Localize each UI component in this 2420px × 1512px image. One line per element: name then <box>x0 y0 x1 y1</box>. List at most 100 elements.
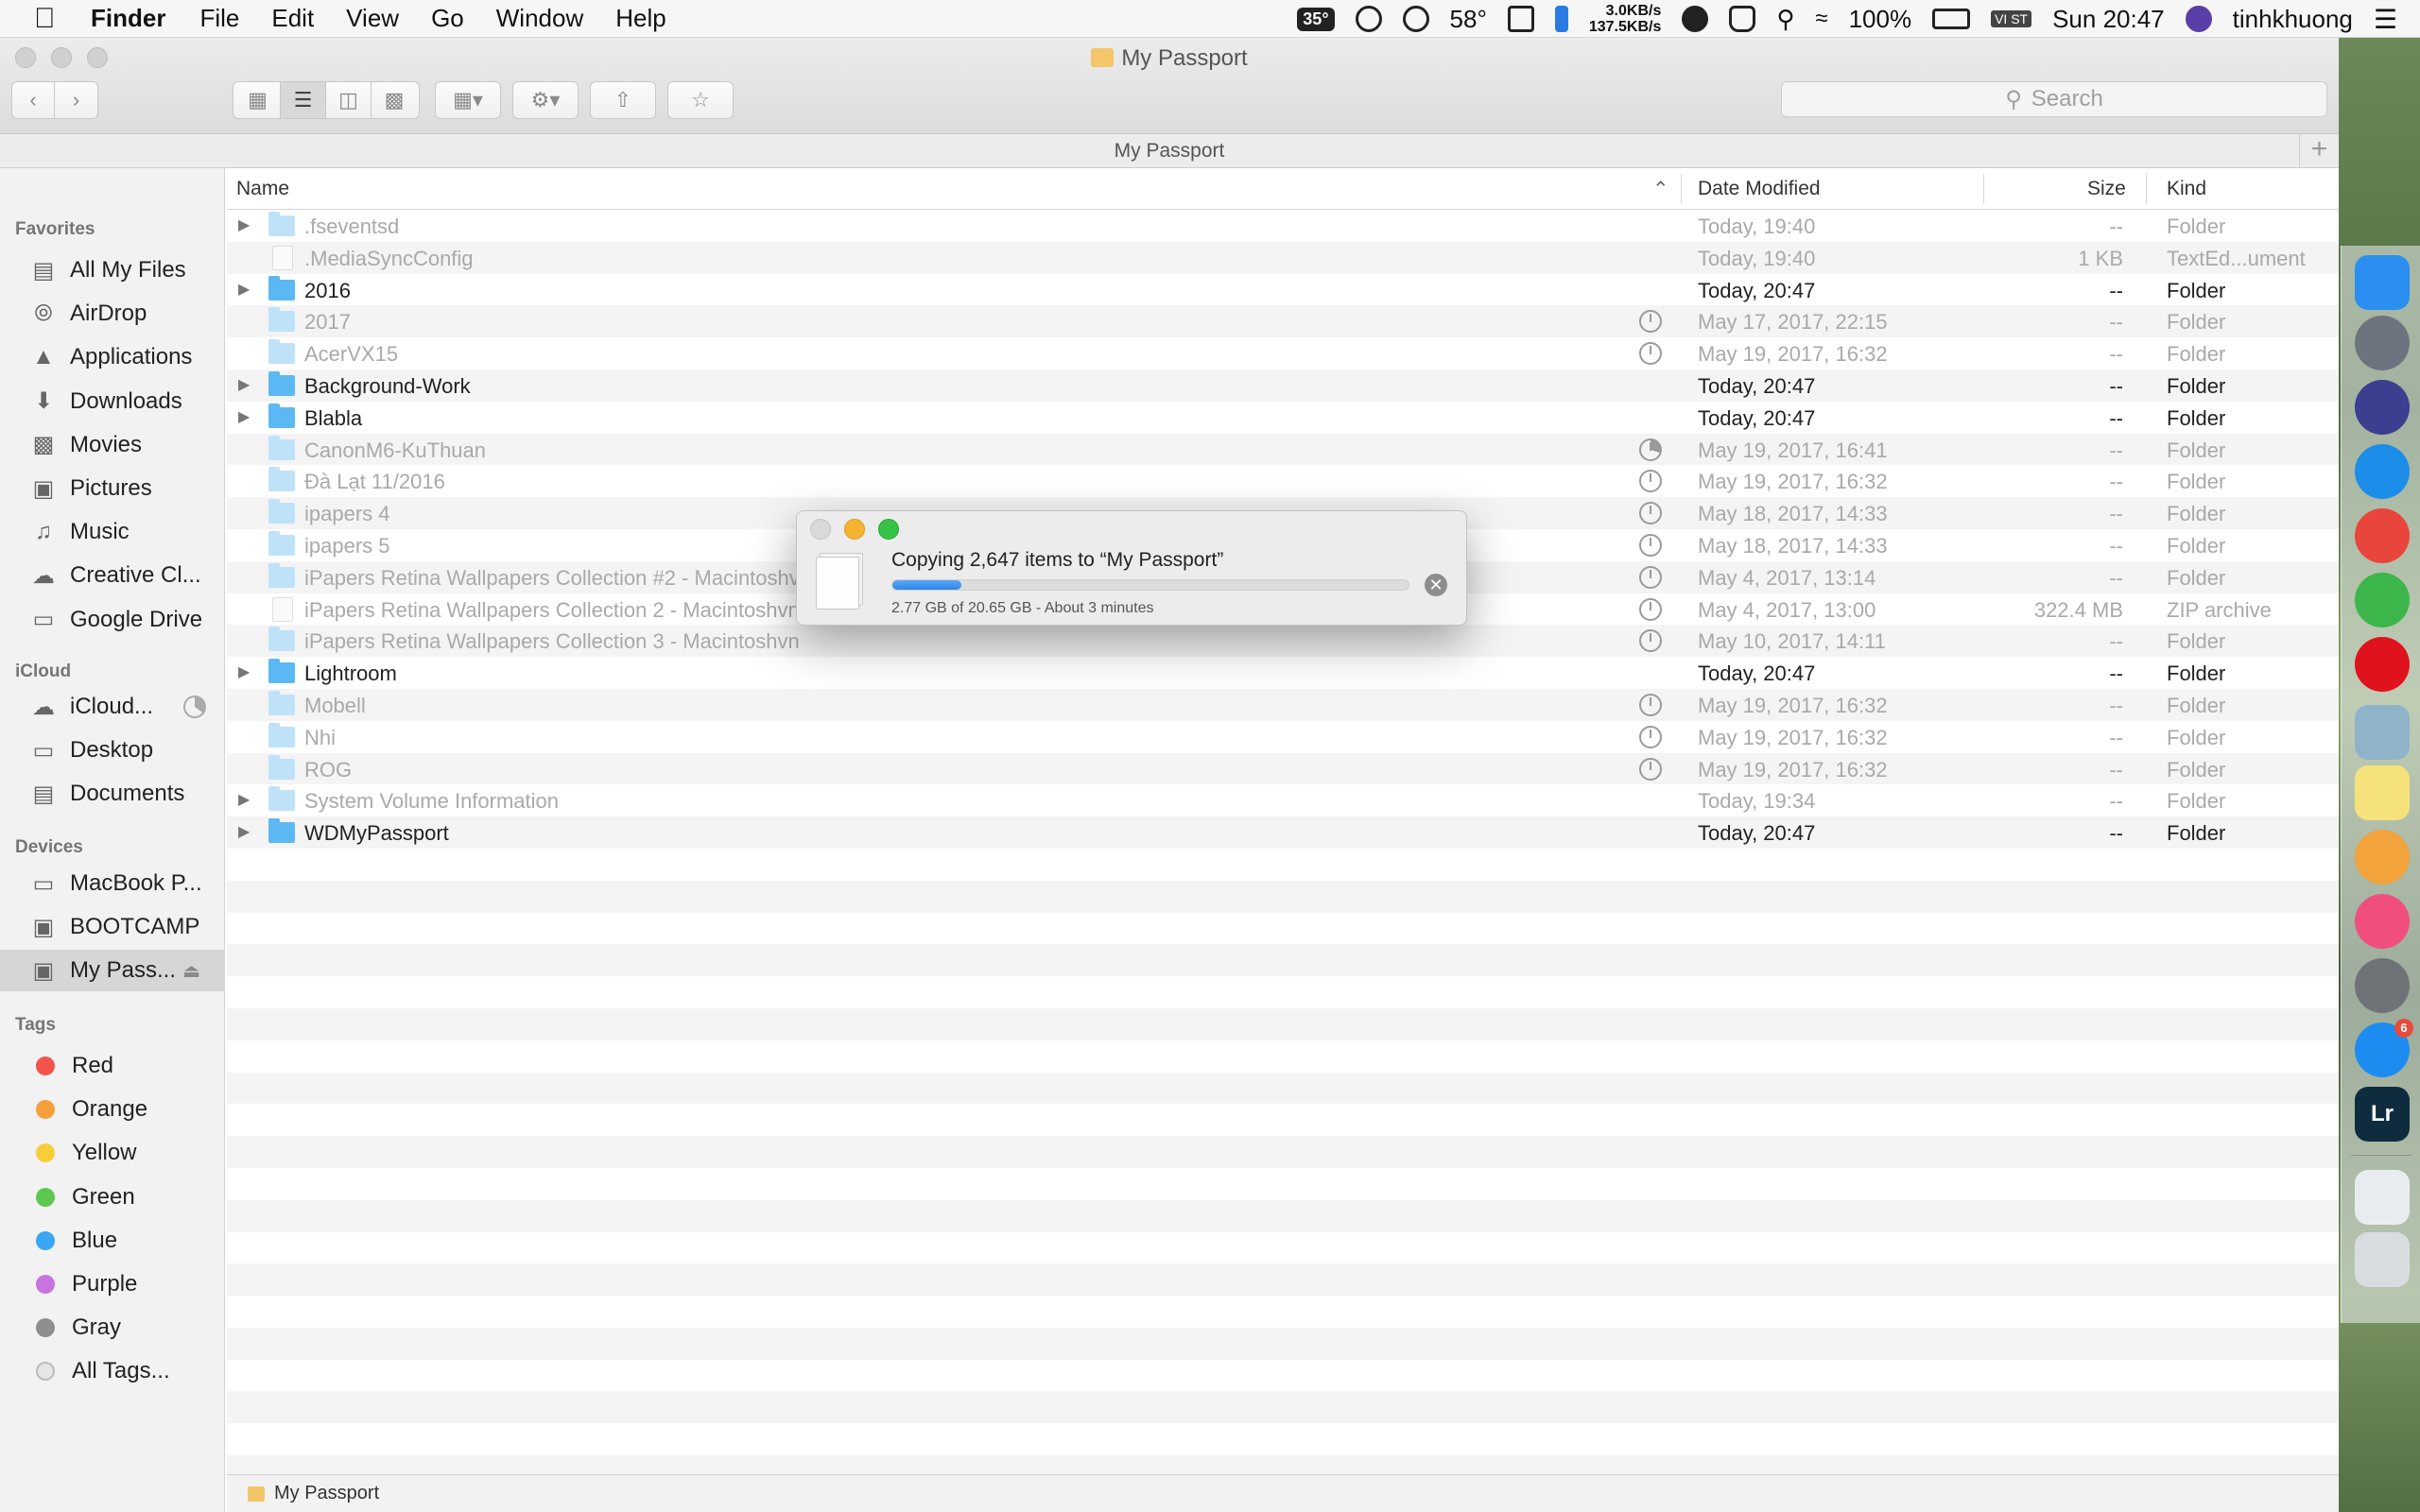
photos-icon[interactable] <box>2355 830 2410 885</box>
table-row[interactable]: Nhi May 19, 2017, 16:32 -- Folder <box>227 721 2339 753</box>
siri-icon[interactable] <box>2355 380 2410 435</box>
tag-red[interactable]: Red <box>0 1045 225 1087</box>
table-row[interactable]: ▶ WDMyPassport Today, 20:47 -- Folder <box>227 816 2339 849</box>
tag-yellow[interactable]: Yellow <box>0 1132 225 1174</box>
sidebar-item-downloads[interactable]: ⬇ Downloads <box>0 381 225 422</box>
column-header-kind[interactable]: Kind <box>2167 178 2206 200</box>
info-menu-icon[interactable] <box>1402 6 1429 32</box>
column-view-button[interactable]: ◫ <box>326 82 372 118</box>
tag-green[interactable]: Green <box>0 1177 225 1218</box>
screenshot-menu-icon[interactable] <box>1507 6 1534 32</box>
table-row[interactable]: CanonM6-KuThuan May 19, 2017, 16:41 -- Fold… <box>227 433 2339 466</box>
weather-text[interactable]: 58° <box>1450 5 1487 34</box>
siri-menu-icon[interactable] <box>2185 6 2212 32</box>
sidebar-item-my-pass[interactable]: ▣ My Pass... ⏏ <box>0 950 225 992</box>
downloads-stack-icon[interactable] <box>2355 1170 2410 1225</box>
sidebar-item-creative-cl[interactable]: ☁ Creative Cl... <box>0 555 225 596</box>
arrange-button[interactable]: ▦▾ <box>435 81 501 119</box>
dialog-minimize-button[interactable] <box>844 519 865 540</box>
column-header-size[interactable]: Size <box>2087 178 2126 200</box>
wifi-icon[interactable]: ≈ <box>1815 6 1827 32</box>
icon-view-button[interactable]: ▦ <box>235 82 281 118</box>
finder-icon[interactable] <box>2355 255 2410 310</box>
dialog-close-button[interactable] <box>810 519 831 540</box>
sidebar-item-all-my-files[interactable]: ▤ All My Files <box>0 249 225 291</box>
table-row[interactable]: ▶ Lightroom Today, 20:47 -- Folder <box>227 657 2339 689</box>
disclosure-triangle-icon[interactable]: ▶ <box>238 662 250 681</box>
eject-icon[interactable]: ⏏ <box>182 959 200 983</box>
edit-tags-button[interactable]: ☆ <box>667 81 734 119</box>
phone-battery-icon[interactable] <box>1554 6 1568 32</box>
launchpad-icon[interactable] <box>2355 316 2410 370</box>
menu-help[interactable]: Help <box>615 4 666 33</box>
list-view-button[interactable]: ☰ <box>281 82 326 118</box>
table-row[interactable]: ▶ System Volume Information Today, 19:34 --… <box>227 784 2339 816</box>
menu-file[interactable]: File <box>199 4 239 33</box>
sidebar-item-documents[interactable]: ▤ Documents <box>0 773 225 815</box>
battery-percent[interactable]: 100% <box>1849 5 1912 34</box>
temperature-badge[interactable]: 35° <box>1297 7 1335 31</box>
menu-view[interactable]: View <box>346 4 399 33</box>
disclosure-triangle-icon[interactable]: ▶ <box>238 280 250 299</box>
safari-icon[interactable] <box>2355 444 2410 499</box>
apple-menu-icon[interactable]:  <box>34 3 62 35</box>
menu-window[interactable]: Window <box>496 4 583 33</box>
table-row[interactable]: ▶ Blabla Today, 20:47 -- Folder <box>227 402 2339 434</box>
sidebar-item-pictures[interactable]: ▣ Pictures <box>0 468 225 509</box>
table-row[interactable]: 2017 May 17, 2017, 22:15 -- Folder <box>227 305 2339 338</box>
sidebar-item-bootcamp[interactable]: ▣ BOOTCAMP <box>0 906 225 948</box>
tag-blue[interactable]: Blue <box>0 1220 225 1262</box>
action-gear-button[interactable]: ⚙▾ <box>512 81 579 119</box>
cancel-copy-button[interactable]: ✕ <box>1425 574 1447 596</box>
table-row[interactable]: .MediaSyncConfig Today, 19:40 1 KB TextEd..… <box>227 241 2339 274</box>
table-row[interactable]: ▶ .fseventsd Today, 19:40 -- Folder <box>227 210 2339 242</box>
table-row[interactable]: ROG May 19, 2017, 16:32 -- Folder <box>227 752 2339 785</box>
user-name[interactable]: tinhkhuong <box>2233 5 2353 34</box>
tag-purple[interactable]: Purple <box>0 1263 225 1305</box>
disclosure-triangle-icon[interactable]: ▶ <box>238 790 250 809</box>
table-row[interactable]: Mobell May 19, 2017, 16:32 -- Folder <box>227 688 2339 721</box>
cloud-menu-icon[interactable] <box>1682 6 1709 32</box>
system-preferences-icon[interactable] <box>2355 958 2410 1013</box>
sidebar-item-music[interactable]: ♫ Music <box>0 511 225 553</box>
tab-my-passport[interactable]: My Passport <box>1115 140 1225 162</box>
dialog-zoom-button[interactable] <box>878 519 899 540</box>
sidebar-item-airdrop[interactable]: ⦾ AirDrop <box>0 293 225 335</box>
menu-app-name[interactable]: Finder <box>91 4 165 33</box>
status-path-label[interactable]: My Passport <box>274 1483 379 1504</box>
table-row[interactable]: ▶ 2016 Today, 20:47 -- Folder <box>227 274 2339 306</box>
notification-center-icon[interactable]: ☰ <box>2374 4 2397 35</box>
disclosure-triangle-icon[interactable]: ▶ <box>238 407 250 426</box>
table-row[interactable]: AcerVX15 May 19, 2017, 16:32 -- Folder <box>227 337 2339 369</box>
battery-icon[interactable] <box>1932 9 1971 29</box>
search-field[interactable]: ⚲ Search <box>1781 81 2327 117</box>
disclosure-triangle-icon[interactable]: ▶ <box>238 215 250 234</box>
tag-orange[interactable]: Orange <box>0 1089 225 1130</box>
tag-all-tags[interactable]: All Tags... <box>0 1350 225 1392</box>
share-button[interactable]: ⇧ <box>590 81 656 119</box>
trash-icon[interactable] <box>2355 1232 2410 1287</box>
table-row[interactable]: ▶ Background-Work Today, 20:47 -- Folder <box>227 369 2339 402</box>
sidebar-item-applications[interactable]: ▲ Applications <box>0 336 225 378</box>
column-header-date[interactable]: Date Modified <box>1698 178 1821 200</box>
spotlight-search-icon[interactable]: ⚲ <box>1776 5 1794 34</box>
table-row[interactable]: iPapers Retina Wallpapers Collection 3 -… <box>227 625 2339 658</box>
cover-flow-button[interactable]: ▩ <box>372 82 417 118</box>
lightroom-icon[interactable]: Lr <box>2355 1087 2410 1142</box>
network-speed[interactable]: 3.0KB/s 137.5KB/s <box>1589 3 1662 35</box>
preview-icon[interactable] <box>2355 705 2410 760</box>
sidebar-item-google-drive[interactable]: ▭ Google Drive <box>0 599 225 641</box>
back-button[interactable]: ‹ <box>12 82 56 118</box>
sidebar-item-movies[interactable]: ▩ Movies <box>0 424 225 466</box>
notes-icon[interactable] <box>2355 765 2410 820</box>
green-app-icon[interactable] <box>2355 573 2410 627</box>
forward-button[interactable]: › <box>55 82 97 118</box>
input-method-badge[interactable]: VI ST <box>1991 10 2032 27</box>
column-header-name[interactable]: Name <box>236 178 289 200</box>
sidebar-item-macbook-p[interactable]: ▭ MacBook P... <box>0 863 225 904</box>
table-row[interactable]: Đà Lạt 11/2016 May 19, 2017, 16:32 -- Folde… <box>227 465 2339 497</box>
itunes-icon[interactable] <box>2355 894 2410 949</box>
disclosure-triangle-icon[interactable]: ▶ <box>238 822 250 841</box>
menu-go[interactable]: Go <box>431 4 464 33</box>
sidebar-item-icloud[interactable]: ☁ iCloud... <box>0 686 225 728</box>
